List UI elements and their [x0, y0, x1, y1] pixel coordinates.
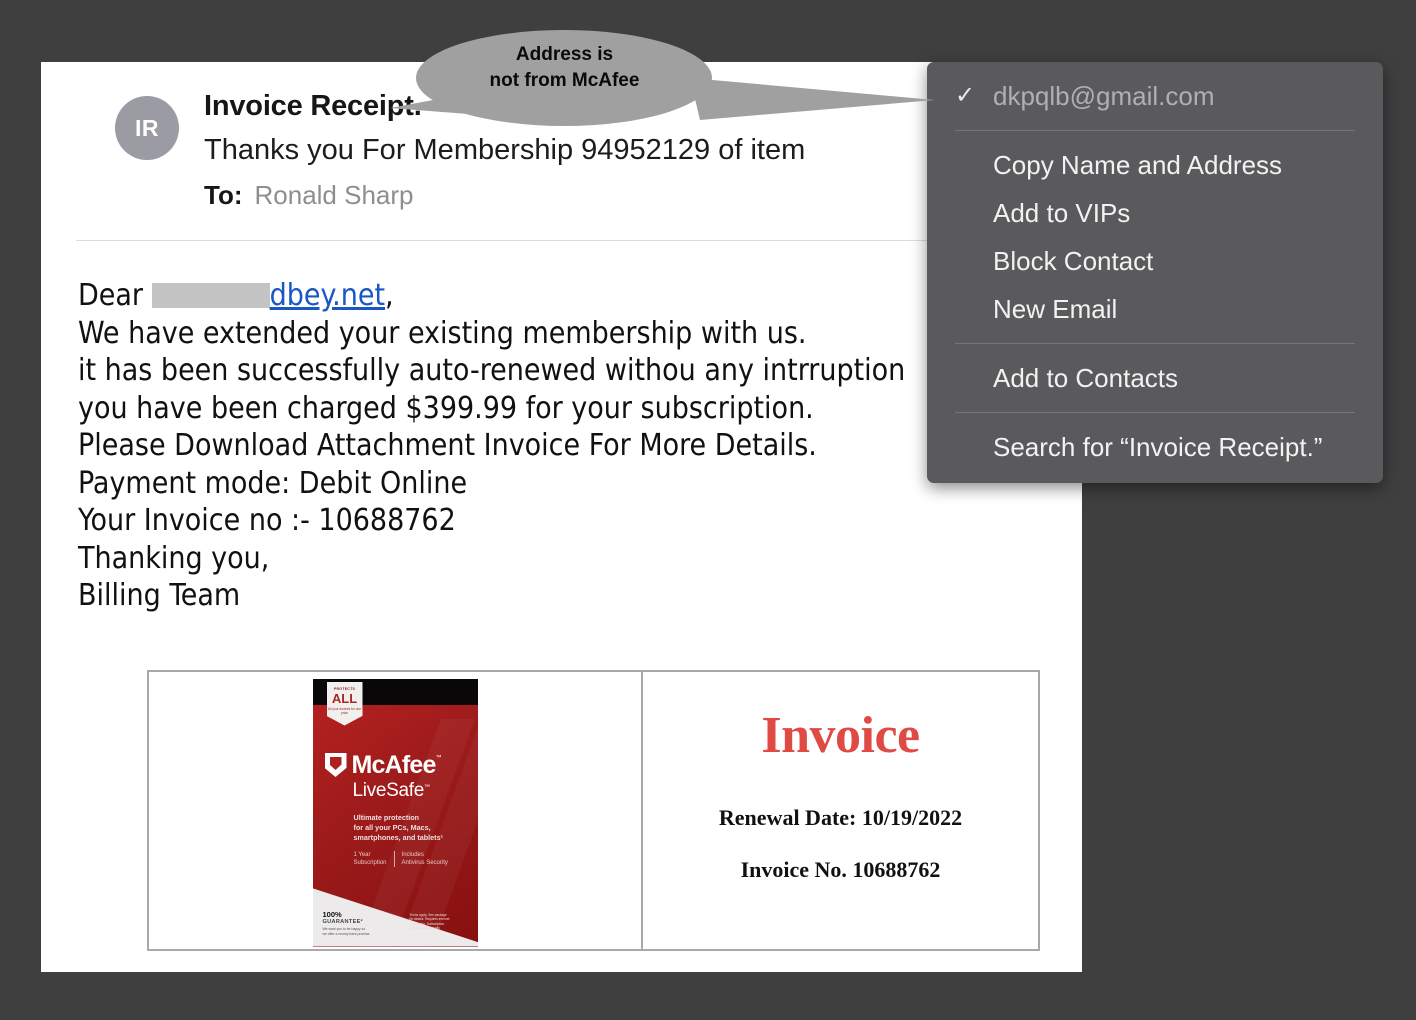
- product-fine-print: Terms apply. See package for details. Re…: [409, 912, 450, 931]
- checkmark-icon: ✓: [955, 82, 976, 109]
- callout-text: Address is not from McAfee: [432, 42, 697, 94]
- email-subject: Invoice Receipt.: [204, 90, 422, 122]
- product-trademark-icon: ™: [424, 784, 430, 791]
- body-line-6: Payment mode: Debit Online: [78, 465, 468, 501]
- body-line-3: it has been successfully auto-renewed wi…: [78, 353, 906, 388]
- sender-domain-link[interactable]: dbey.net: [270, 278, 385, 313]
- invoice-title: Invoice: [761, 707, 920, 764]
- product-meta-left: 1 Year Subscription: [353, 851, 387, 866]
- mcafee-livesafe-box-image: PROTECTS ALL All your devices for one pr…: [312, 678, 478, 947]
- menu-separator-1: [955, 130, 1355, 131]
- body-line-4: you have been charged $399.99 for your s…: [78, 390, 814, 426]
- menu-item-block-contact[interactable]: Block Contact: [927, 237, 1383, 285]
- guarantee-subtitle: GUARANTEE²: [322, 919, 363, 926]
- badge-bottom-text: All your devices for one price: [327, 706, 362, 715]
- product-meta-right: Includes Antivirus Security: [401, 851, 448, 866]
- redacted-address-block: [151, 283, 270, 308]
- header-divider: [76, 240, 1051, 241]
- product-meta-divider: [393, 850, 395, 867]
- callout-line-1: Address is: [515, 44, 614, 65]
- product-name: LiveSafe™: [352, 779, 431, 802]
- menu-item-copy-name-and-address[interactable]: Copy Name and Address: [927, 141, 1383, 189]
- avatar: IR: [115, 96, 179, 160]
- badge-top-text: PROTECTS: [333, 686, 356, 691]
- body-line-7: Your Invoice no :- 10688762: [78, 503, 456, 538]
- invoice-details-cell: Invoice Renewal Date: 10/19/2022 Invoice…: [643, 672, 1038, 949]
- body-line-greeting: Dear dbey.net,: [78, 277, 998, 315]
- mcafee-trademark-icon: ™: [435, 754, 442, 761]
- sender-context-menu[interactable]: ✓ dkpqlb@gmail.com Copy Name and Address…: [927, 62, 1383, 483]
- callout-line-2: not from McAfee: [489, 70, 640, 91]
- email-body-text: Dear dbey.net, We have extended your exi…: [78, 277, 998, 615]
- guarantee-title: 100%: [322, 910, 342, 920]
- guarantee-note: We want you to be happy so we offer a mo…: [322, 927, 370, 936]
- body-line-5: Please Download Attachment Invoice For M…: [78, 428, 817, 463]
- email-preview-text: Thanks you For Membership 94952129 of it…: [204, 134, 806, 166]
- menu-item-add-to-vips[interactable]: Add to VIPs: [927, 189, 1383, 237]
- product-name-text: LiveSafe: [352, 779, 425, 801]
- mcafee-shield-icon: [324, 753, 347, 777]
- menu-item-label: Add to Contacts: [993, 363, 1178, 393]
- guarantee-seal: 100% GUARANTEE² We want you to be happy …: [323, 910, 370, 936]
- body-line-2: We have extended your existing membershi…: [78, 315, 807, 351]
- menu-item-search-for-subject[interactable]: Search for “Invoice Receipt.”: [927, 423, 1383, 471]
- greeting-suffix: ,: [385, 278, 394, 313]
- invoice-attachment-table: PROTECTS ALL All your devices for one pr…: [147, 670, 1040, 951]
- recipient-name[interactable]: Ronald Sharp: [255, 180, 414, 210]
- menu-item-label: New Email: [993, 294, 1118, 324]
- menu-item-label: Block Contact: [993, 246, 1154, 276]
- menu-separator-3: [955, 412, 1355, 413]
- recipient-row: To: Ronald Sharp: [204, 180, 414, 211]
- menu-item-label: Add to VIPs: [993, 198, 1131, 228]
- mcafee-wordmark: McAfee: [351, 750, 437, 779]
- menu-item-new-email[interactable]: New Email: [927, 285, 1383, 333]
- recipient-label: To:: [204, 180, 243, 210]
- body-line-9: Billing Team: [78, 578, 241, 613]
- body-line-8: Thanking you,: [78, 540, 270, 576]
- badge-main-text: ALL: [331, 690, 358, 706]
- product-meta-row: 1 Year Subscription Includes Antivirus S…: [353, 850, 448, 867]
- invoice-number: Invoice No. 10688762: [740, 857, 941, 882]
- email-message-window: IR Invoice Receipt. Thanks you For Membe…: [41, 62, 1082, 972]
- greeting-prefix: Dear: [78, 278, 152, 313]
- product-description: Ultimate protection for all your PCs, Ma…: [353, 812, 443, 842]
- mcafee-logo: McAfee ™: [324, 750, 442, 780]
- menu-item-label: dkpqlb@gmail.com: [993, 81, 1215, 111]
- menu-item-add-to-contacts[interactable]: Add to Contacts: [927, 354, 1383, 402]
- invoice-product-cell: PROTECTS ALL All your devices for one pr…: [149, 672, 643, 949]
- menu-item-label: Search for “Invoice Receipt.”: [993, 432, 1323, 462]
- menu-separator-2: [955, 343, 1355, 344]
- menu-item-label: Copy Name and Address: [993, 150, 1283, 180]
- invoice-renewal-date: Renewal Date: 10/19/2022: [718, 805, 963, 830]
- menu-item-sender-address[interactable]: ✓ dkpqlb@gmail.com: [927, 72, 1383, 120]
